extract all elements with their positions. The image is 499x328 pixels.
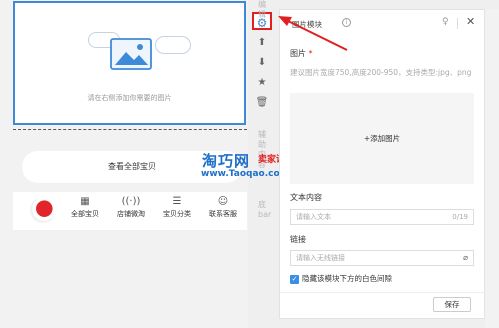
footer-divider (280, 292, 486, 293)
image-field-label: 图片 * (290, 49, 313, 58)
image-module-placeholder[interactable]: 请在右侧添加你需要的图片 (13, 1, 246, 125)
nav-all-items[interactable]: ▦ 全部宝贝 (65, 195, 105, 219)
checkbox[interactable]: ✓ (290, 274, 299, 284)
char-counter: 0/19 (452, 213, 468, 221)
arrow-up-icon[interactable]: ⬆ (252, 34, 272, 52)
nav-shop-weitao[interactable]: ((·)) 店铺微淘 (111, 195, 151, 219)
grid-icon: ▦ (80, 196, 90, 207)
broadcast-icon: ((·)) (121, 196, 141, 207)
close-icon[interactable]: ✕ (466, 15, 475, 28)
link-field-label: 链接 (290, 235, 306, 244)
image-module-settings-panel: 图片模块 i ♀ ✕ 图片 * 建议图片宽度750,高度200-950，支持类型… (279, 9, 486, 319)
nav-categories[interactable]: ☰ 宝贝分类 (157, 195, 197, 219)
watermark-brand: 淘巧网 (202, 152, 251, 170)
link-input[interactable]: 请输入无线链接 ⌀ (290, 250, 474, 266)
link-icon: ⌀ (463, 253, 468, 262)
watermark-url: www.Taoqao.com (201, 169, 290, 179)
header-divider (457, 18, 458, 29)
side-label-bottombar: 底bar (258, 200, 272, 219)
image-help-text: 建议图片宽度750,高度200-950，支持类型:jpg、png (290, 68, 472, 77)
text-field-label: 文本内容 (290, 193, 322, 202)
right-gutter (485, 9, 499, 328)
cloud-icon (155, 36, 191, 54)
arrow-down-icon[interactable]: ⬇ (252, 54, 272, 72)
bulb-icon[interactable]: ♀ (442, 17, 449, 27)
panel-title: 图片模块 (292, 20, 322, 29)
text-content-input[interactable]: 请输入文本 0/19 (290, 209, 474, 225)
nav-contact-service[interactable]: ☺ 联系客服 (203, 195, 243, 219)
image-icon (110, 38, 152, 70)
side-label-edit: 编辑 (258, 0, 266, 19)
hide-gap-option[interactable]: ✓ 隐藏该模块下方的白色间隙 (290, 273, 392, 284)
shop-logo (30, 197, 56, 223)
module-toolbar: ⚙ ⬆ ⬇ ★ 🗑 (252, 8, 272, 118)
image-hint: 请在右侧添加你需要的图片 (87, 94, 172, 102)
add-image-button[interactable]: +添加图片 (290, 93, 474, 184)
module-divider (13, 129, 247, 130)
shop-bottom-bar: ▦ 全部宝贝 ((·)) 店铺微淘 ☰ 宝贝分类 ☺ 联系客服 (13, 192, 247, 230)
info-icon[interactable]: i (342, 18, 351, 27)
chat-icon: ☺ (217, 196, 229, 207)
trash-icon[interactable]: 🗑 (252, 94, 272, 112)
star-icon[interactable]: ★ (252, 74, 272, 92)
list-icon: ☰ (172, 196, 182, 207)
save-button[interactable]: 保存 (433, 297, 471, 312)
